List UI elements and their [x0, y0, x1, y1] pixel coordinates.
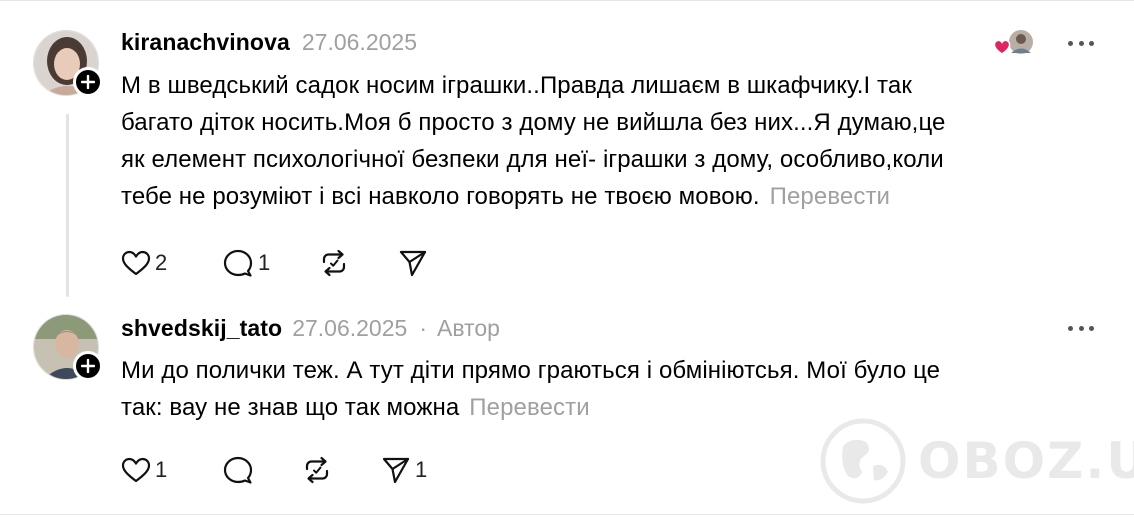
comment-header: kiranachvinova 27.06.2025 [121, 29, 417, 56]
reply-button[interactable]: 1 [222, 248, 319, 278]
send-icon [382, 457, 410, 484]
heart-icon [121, 457, 151, 483]
translate-link[interactable]: Перевести [770, 183, 890, 210]
text-line-content: тебе не розуміют і всі навколо говорять … [121, 183, 760, 210]
text-line: як елемент психологічної безпеки для неї… [121, 146, 944, 173]
text-line: тебе не розуміют і всі навколо говорять … [121, 178, 1081, 215]
send-icon [399, 250, 427, 277]
comment-text: Ми до полички теж. А тут діти прямо граю… [121, 352, 1081, 426]
liked-by-author-indicator [992, 28, 1036, 60]
text-line-content: так: вау не знав що так можна [121, 394, 460, 421]
text-line: Ми до полички теж. А тут діти прямо граю… [121, 357, 941, 384]
text-line: М в шведський садок носим іграшки..Правд… [121, 72, 912, 99]
comment-icon [223, 456, 253, 484]
translate-link[interactable]: Перевести [469, 394, 589, 421]
like-button[interactable]: 2 [121, 248, 222, 278]
timestamp[interactable]: 27.06.2025 [292, 315, 407, 342]
share-button[interactable]: 1 [381, 455, 441, 485]
more-icon [1068, 40, 1073, 46]
share-count: 1 [415, 457, 428, 482]
separator-dot: · [419, 315, 427, 341]
follow-button[interactable] [73, 351, 103, 381]
comment-text: М в шведський садок носим іграшки..Правд… [121, 67, 1081, 215]
like-count: 2 [155, 250, 168, 275]
reply-button[interactable] [222, 455, 302, 485]
repost-icon [305, 456, 329, 484]
bottom-divider [0, 514, 1134, 515]
username[interactable]: shvedskij_tato [121, 315, 282, 342]
reply-count: 1 [258, 250, 271, 275]
action-bar: 1 1 [121, 455, 441, 485]
share-button[interactable] [398, 248, 458, 278]
more-options-button[interactable] [1068, 38, 1094, 48]
comment-header: shvedskij_tato 27.06.2025 · Автор [121, 315, 500, 342]
heart-icon [993, 39, 1011, 55]
thread-line [66, 114, 69, 297]
text-line: багато діток носить.Моя б просто з дому … [121, 109, 946, 136]
follow-button[interactable] [73, 67, 103, 97]
watermark: OBOZ.UA [818, 416, 1134, 506]
globe-logo-icon [820, 418, 906, 504]
plus-icon [81, 359, 95, 373]
repost-icon [322, 249, 346, 277]
username[interactable]: kiranachvinova [121, 29, 290, 56]
author-badge: Автор [436, 315, 500, 341]
heart-icon [121, 250, 151, 276]
like-button[interactable]: 1 [121, 455, 222, 485]
plus-icon [81, 75, 95, 89]
avatar-kiranachvinova[interactable] [33, 30, 103, 98]
watermark-text: OBOZ.UA [918, 432, 1134, 490]
repost-button[interactable] [302, 455, 381, 485]
comment-icon [223, 249, 253, 277]
timestamp[interactable]: 27.06.2025 [302, 29, 417, 56]
action-bar: 2 1 [121, 248, 458, 278]
top-divider [0, 0, 1134, 1]
more-icon [1068, 325, 1073, 331]
like-count: 1 [155, 457, 168, 482]
more-options-button[interactable] [1068, 323, 1094, 333]
repost-button[interactable] [319, 248, 398, 278]
avatar-shvedskij-tato[interactable] [33, 314, 103, 382]
